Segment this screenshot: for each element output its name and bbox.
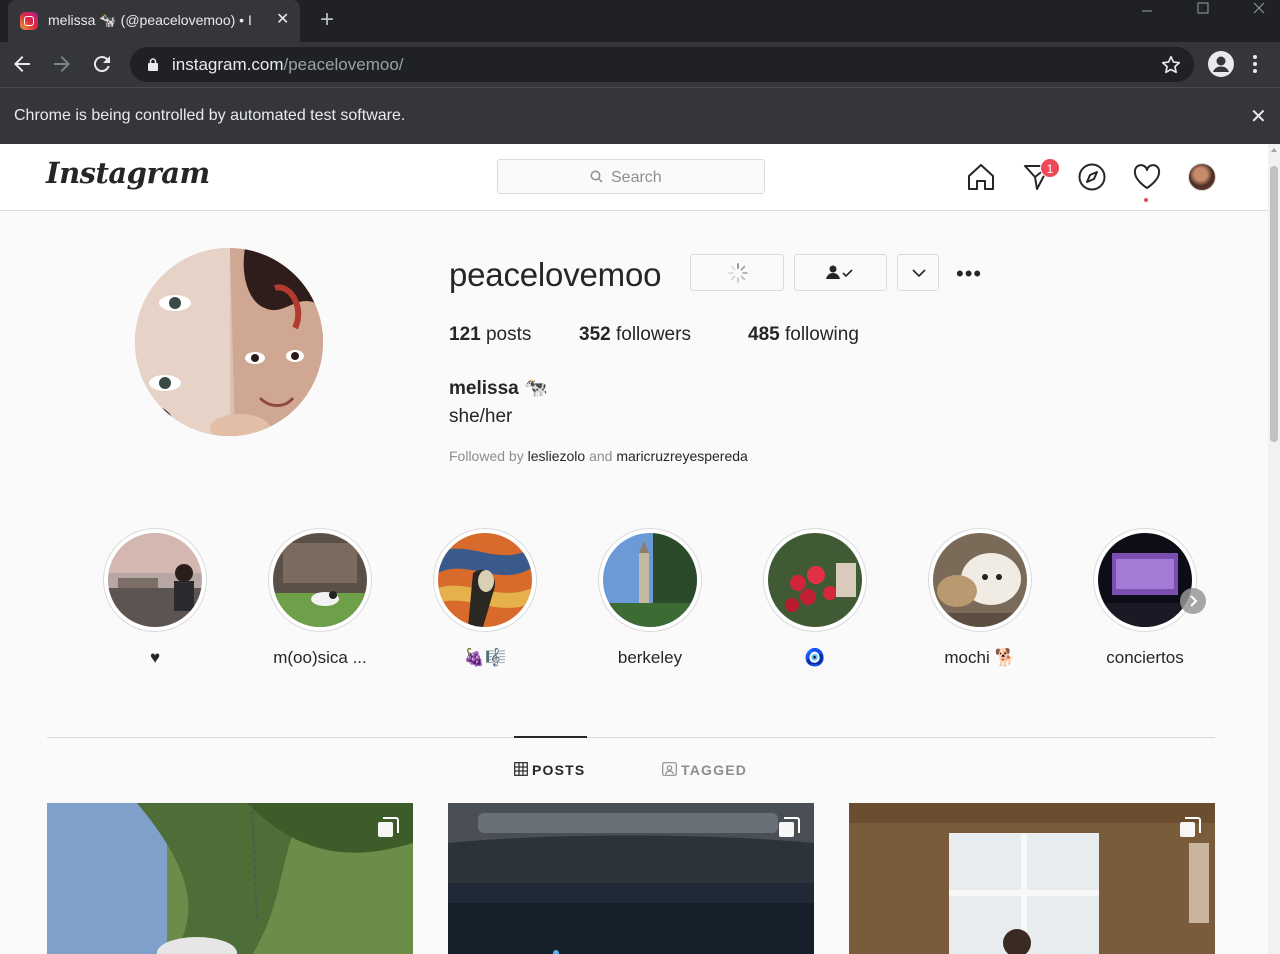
search-input[interactable]: Search (497, 159, 765, 194)
highlight-label: 🧿 (804, 648, 826, 667)
forward-icon[interactable] (50, 52, 74, 76)
active-tab-indicator (514, 736, 587, 738)
home-icon[interactable] (966, 162, 996, 192)
highlight-cover (933, 533, 1027, 627)
automation-infobar: Chrome is being controlled by automated … (0, 87, 1280, 144)
multiple-photos-icon (779, 817, 800, 837)
profile-full-name: melissa 🐄 (449, 378, 548, 399)
page-viewport: Instagram Search 1 peacelovemoo ••• 121 … (0, 144, 1280, 954)
activity-dot (1144, 198, 1148, 202)
profile-avatar[interactable] (135, 248, 323, 436)
new-tab-button[interactable]: + (320, 7, 334, 33)
post-thumbnail[interactable] (47, 803, 413, 954)
post-thumbnail[interactable] (448, 803, 814, 954)
followed-by-text[interactable]: Followed by lesliezolo and maricruzreyes… (449, 448, 748, 464)
search-placeholder: Search (611, 169, 662, 186)
tabs-divider (47, 737, 1215, 738)
infobar-close-icon[interactable]: ✕ (1250, 104, 1267, 129)
highlight-cover (1098, 533, 1192, 627)
message-button[interactable] (690, 254, 784, 291)
suggestions-dropdown-button[interactable] (897, 254, 939, 291)
chevron-down-icon (912, 269, 926, 278)
highlights-next-button[interactable] (1180, 588, 1206, 614)
multiple-photos-icon (1180, 817, 1201, 837)
posts-count: 121 posts (449, 324, 532, 345)
profile-bio: she/her (449, 406, 513, 427)
loading-spinner-icon (728, 263, 748, 283)
scroll-up-arrow-icon[interactable] (1271, 148, 1277, 152)
highlight-5[interactable] (763, 528, 867, 632)
highlight-label: m(oo)sica ... (273, 648, 367, 667)
instagram-header: Instagram Search 1 (0, 144, 1268, 211)
url-text: instagram.com/peacelovemoo/ (172, 55, 404, 74)
highlight-cover (768, 533, 862, 627)
highlight-label: ♥ (149, 648, 161, 667)
followers-link[interactable]: 352 followers (579, 324, 691, 346)
highlight-6[interactable] (928, 528, 1032, 632)
following-link[interactable]: 485 following (748, 324, 859, 346)
grid-icon (514, 762, 528, 776)
back-icon[interactable] (10, 52, 34, 76)
profile-username: peacelovemoo (449, 256, 662, 293)
highlight-1[interactable] (103, 528, 207, 632)
user-avatar[interactable] (1188, 163, 1216, 191)
window-close-icon[interactable] (1236, 0, 1280, 32)
instagram-favicon-icon (20, 12, 38, 30)
search-icon (590, 170, 603, 183)
infobar-message: Chrome is being controlled by automated … (14, 107, 406, 124)
browser-toolbar: instagram.com/peacelovemoo/ (0, 42, 1280, 87)
highlight-2[interactable] (268, 528, 372, 632)
highlight-label: mochi 🐕 (944, 648, 1016, 667)
highlight-cover (108, 533, 202, 627)
highlight-cover (438, 533, 532, 627)
chevron-right-icon (1190, 595, 1198, 607)
browser-menu-icon[interactable] (1252, 54, 1258, 74)
tab-posts[interactable]: POSTS (514, 762, 585, 778)
instagram-logo[interactable]: Instagram (46, 156, 210, 190)
lock-icon (148, 58, 158, 71)
messages-count-badge: 1 (1040, 158, 1060, 178)
maximize-icon[interactable] (1180, 0, 1226, 32)
highlight-4[interactable] (598, 528, 702, 632)
tab-tagged[interactable]: TAGGED (662, 762, 747, 778)
tab-close-icon[interactable]: ✕ (276, 11, 289, 29)
highlight-cover (603, 533, 697, 627)
address-bar[interactable]: instagram.com/peacelovemoo/ (130, 47, 1194, 82)
page-scrollbar[interactable] (1268, 144, 1280, 954)
tab-title: melissa 🐄 (@peacelovemoo) • I (48, 12, 252, 28)
highlight-label: berkeley (617, 648, 683, 667)
activity-heart-icon[interactable] (1132, 162, 1162, 192)
post-thumbnail[interactable] (849, 803, 1215, 954)
following-button[interactable] (794, 254, 887, 291)
scrollbar-thumb[interactable] (1270, 166, 1278, 442)
reload-icon[interactable] (90, 52, 114, 76)
bookmark-star-icon[interactable] (1160, 54, 1182, 76)
tagged-user-icon (662, 762, 677, 776)
more-options-button[interactable]: ••• (956, 261, 982, 287)
highlight-label: conciertos (1106, 648, 1184, 667)
highlight-7[interactable] (1093, 528, 1197, 632)
minimize-icon[interactable] (1124, 0, 1170, 32)
browser-tab[interactable]: melissa 🐄 (@peacelovemoo) • I ✕ (8, 0, 300, 42)
following-check-icon (826, 265, 853, 279)
browser-titlebar: melissa 🐄 (@peacelovemoo) • I ✕ + (0, 0, 1280, 42)
explore-compass-icon[interactable] (1077, 162, 1107, 192)
highlight-label: 🍇🎼 (463, 648, 507, 667)
highlight-cover (273, 533, 367, 627)
highlight-3[interactable] (433, 528, 537, 632)
multiple-photos-icon (378, 817, 399, 837)
browser-profile-icon[interactable] (1208, 51, 1234, 77)
